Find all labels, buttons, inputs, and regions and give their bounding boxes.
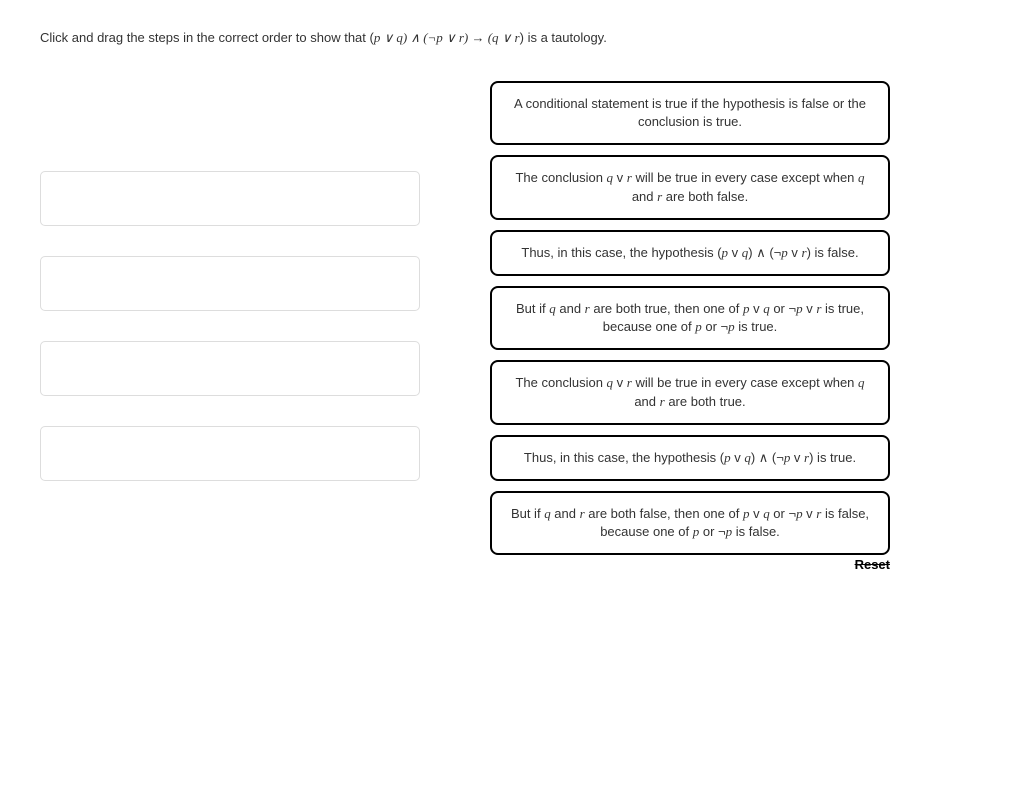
text-segment: But if <box>516 301 549 316</box>
text-segment: v <box>749 301 763 316</box>
source-card[interactable]: A conditional statement is true if the h… <box>490 81 890 145</box>
text-segment: ) is false. <box>807 245 859 260</box>
drop-slot[interactable] <box>40 341 420 396</box>
text-segment: or ¬ <box>699 524 725 539</box>
text-segment: v <box>728 245 742 260</box>
text-segment: The conclusion <box>515 170 606 185</box>
instruction-expression: p ∨ q) ∧ (¬p ∨ r) → (q ∨ r <box>374 30 520 45</box>
text-segment: is true. <box>735 319 778 334</box>
source-card[interactable]: Thus, in this case, the hypothesis (p v … <box>490 435 890 481</box>
text-segment: v <box>749 506 763 521</box>
source-card[interactable]: But if q and r are both false, then one … <box>490 491 890 555</box>
math-var: q <box>858 375 865 390</box>
text-segment: v <box>790 450 804 465</box>
text-segment: The conclusion <box>515 375 606 390</box>
drop-slot[interactable] <box>40 426 420 481</box>
drop-slot[interactable] <box>40 256 420 311</box>
text-segment: v <box>613 170 627 185</box>
text-segment: ) ∧ (¬ <box>751 450 784 465</box>
text-segment: v <box>803 301 817 316</box>
source-card[interactable]: The conclusion q v r will be true in eve… <box>490 155 890 219</box>
text-segment: and <box>551 506 580 521</box>
text-segment: ) is true. <box>809 450 856 465</box>
text-segment: and <box>634 394 659 409</box>
text-segment: are both true. <box>665 394 746 409</box>
source-card[interactable]: But if q and r are both true, then one o… <box>490 286 890 350</box>
text-segment: or ¬ <box>702 319 728 334</box>
text-segment: are both true, then one of <box>590 301 743 316</box>
text-segment: ) ∧ (¬ <box>748 245 781 260</box>
instruction-text: Click and drag the steps in the correct … <box>40 30 984 46</box>
text-segment: and <box>632 189 657 204</box>
reset-row: Reset <box>490 557 890 572</box>
text-segment: v <box>803 506 817 521</box>
drop-slot[interactable] <box>40 171 420 226</box>
text-segment: will be true in every case except when <box>632 170 858 185</box>
text-segment: v <box>788 245 802 260</box>
instruction-suffix: ) is a tautology. <box>520 30 607 45</box>
reset-button[interactable]: Reset <box>855 557 890 572</box>
text-segment: and <box>556 301 585 316</box>
text-segment: or ¬ <box>770 506 796 521</box>
text-segment: or ¬ <box>770 301 796 316</box>
text-segment: Thus, in this case, the hypothesis ( <box>524 450 724 465</box>
text-segment: v <box>613 375 627 390</box>
source-card[interactable]: The conclusion q v r will be true in eve… <box>490 360 890 424</box>
text-segment: are both false. <box>662 189 748 204</box>
text-segment: will be true in every case except when <box>632 375 858 390</box>
source-card[interactable]: Thus, in this case, the hypothesis (p v … <box>490 230 890 276</box>
text-segment: A conditional statement is true if the h… <box>514 96 866 129</box>
source-column: A conditional statement is true if the h… <box>490 81 890 555</box>
instruction-prefix: Click and drag the steps in the correct … <box>40 30 374 45</box>
text-segment: is false. <box>732 524 780 539</box>
source-wrapper: A conditional statement is true if the h… <box>490 81 890 572</box>
math-var: q <box>858 170 865 185</box>
main-area: A conditional statement is true if the h… <box>40 81 984 572</box>
text-segment: But if <box>511 506 544 521</box>
text-segment: Thus, in this case, the hypothesis ( <box>521 245 721 260</box>
drop-column <box>40 81 420 481</box>
text-segment: are both false, then one of <box>585 506 743 521</box>
text-segment: v <box>731 450 745 465</box>
